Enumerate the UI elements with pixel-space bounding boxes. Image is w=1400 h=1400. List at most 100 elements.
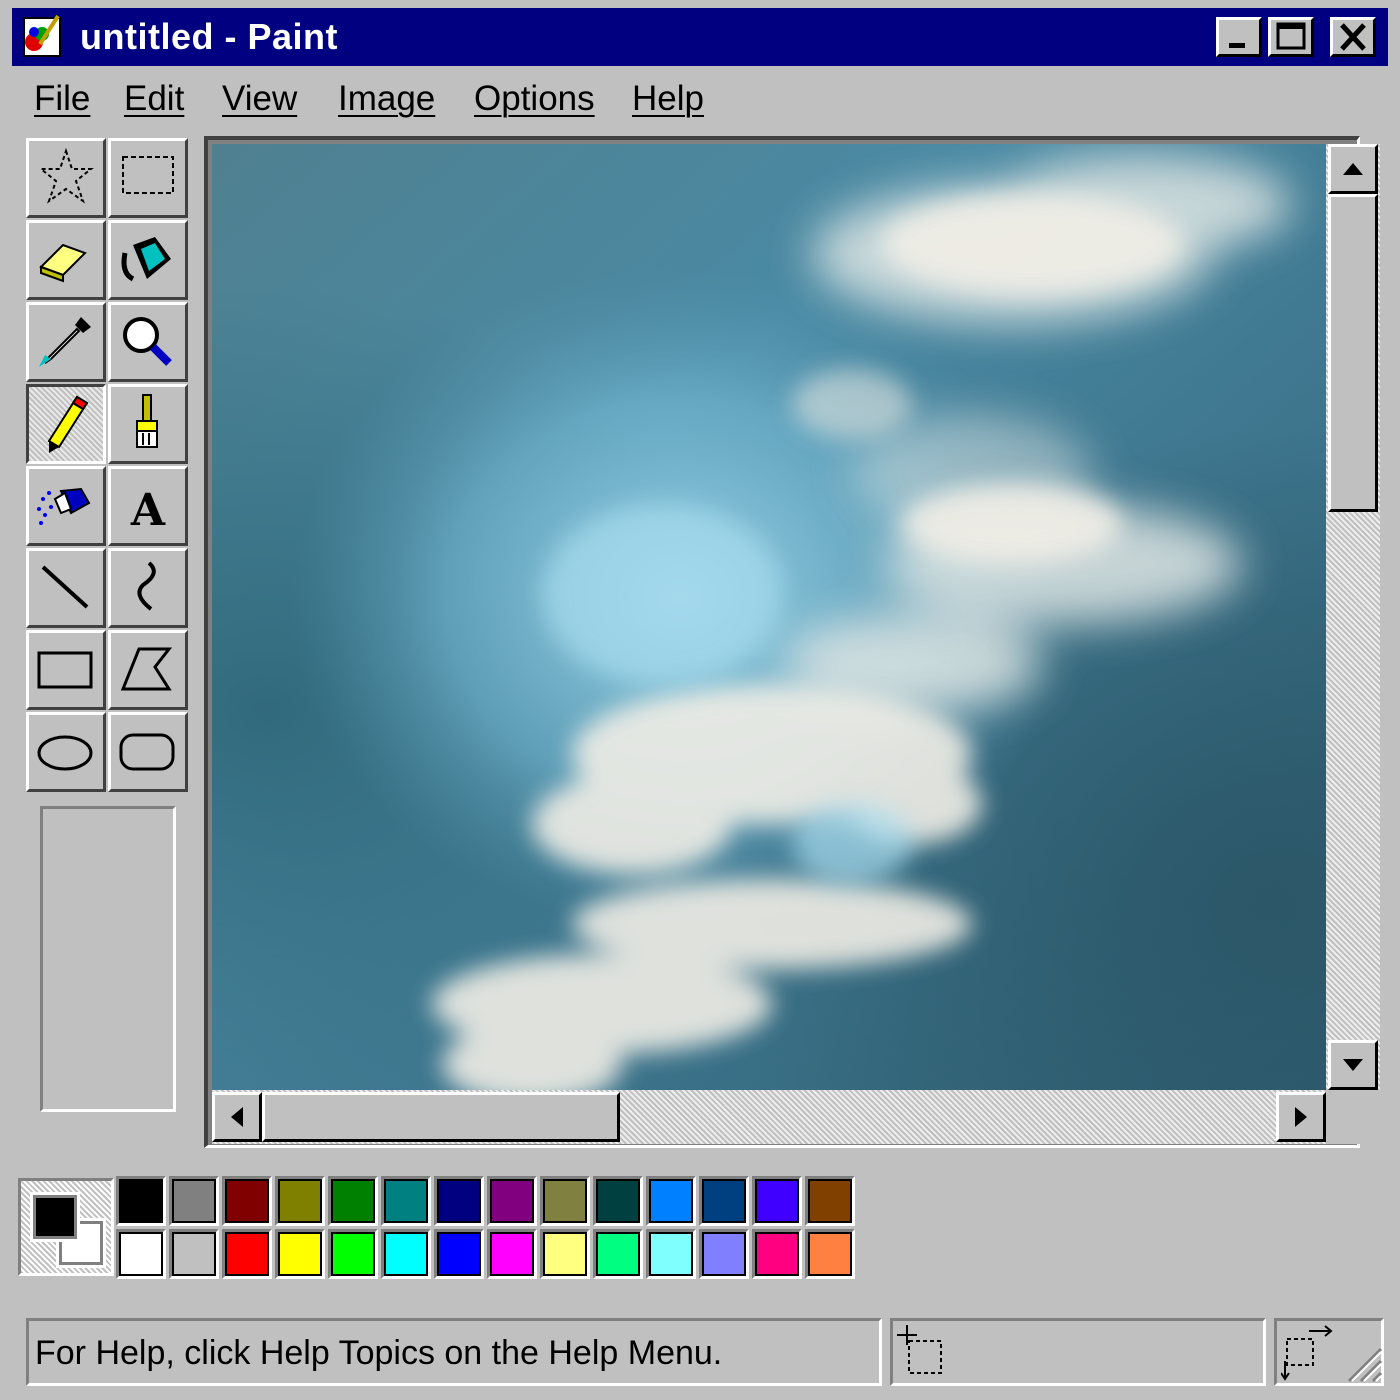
- palette-color-swatch[interactable]: [116, 1229, 166, 1279]
- palette-color-swatch[interactable]: [381, 1229, 431, 1279]
- pencil-icon: [47, 395, 89, 453]
- paint-app-icon[interactable]: [20, 14, 66, 60]
- magnifier-icon: [123, 317, 172, 366]
- palette-color-swatch[interactable]: [169, 1176, 219, 1226]
- tool-free-form-select[interactable]: [26, 138, 106, 218]
- size-grip-icon[interactable]: [1343, 1343, 1383, 1383]
- vertical-scrollbar[interactable]: [1326, 144, 1380, 1090]
- window-title: untitled - Paint: [80, 16, 338, 57]
- tool-ellipse[interactable]: [26, 712, 106, 792]
- arrow-left-icon: [231, 1107, 243, 1127]
- palette-color-swatch[interactable]: [328, 1229, 378, 1279]
- current-colors[interactable]: [18, 1178, 114, 1276]
- palette-color-swatch[interactable]: [699, 1229, 749, 1279]
- tool-brush[interactable]: [108, 384, 188, 464]
- tool-options-box[interactable]: [40, 806, 176, 1112]
- polygon-icon: [120, 647, 173, 691]
- tool-rounded-rectangle[interactable]: [108, 712, 188, 792]
- tool-text[interactable]: A: [108, 466, 188, 546]
- tool-line[interactable]: [26, 548, 106, 628]
- palette-color-swatch[interactable]: [434, 1176, 484, 1226]
- tool-select[interactable]: [108, 138, 188, 218]
- menu-options[interactable]: Options: [474, 76, 595, 122]
- menu-file[interactable]: File: [34, 76, 90, 122]
- tool-polygon[interactable]: [108, 630, 188, 710]
- horizontal-scroll-thumb[interactable]: [262, 1092, 620, 1142]
- palette-color-swatch[interactable]: [434, 1229, 484, 1279]
- tool-airbrush[interactable]: [26, 466, 106, 546]
- line-icon: [41, 565, 89, 609]
- scroll-left-button[interactable]: [212, 1092, 262, 1142]
- scroll-corner: [1326, 1090, 1380, 1144]
- palette-color-swatch[interactable]: [169, 1229, 219, 1279]
- cloudy-sky-image: [212, 144, 1326, 1090]
- palette-color-swatch[interactable]: [646, 1229, 696, 1279]
- palette-color-swatch[interactable]: [646, 1176, 696, 1226]
- tool-eraser[interactable]: [26, 220, 106, 300]
- star-select-icon: [38, 147, 94, 204]
- brush-icon: [136, 394, 158, 448]
- drawing-canvas[interactable]: [212, 144, 1326, 1090]
- maximize-icon: [1276, 22, 1306, 50]
- airbrush-icon: [37, 487, 91, 525]
- eraser-icon: [39, 243, 87, 283]
- vertical-scroll-thumb[interactable]: [1328, 194, 1378, 512]
- arrow-down-icon: [1343, 1059, 1363, 1071]
- palette-color-swatch[interactable]: [540, 1229, 590, 1279]
- palette-color-swatch[interactable]: [275, 1176, 325, 1226]
- scroll-down-button[interactable]: [1328, 1040, 1378, 1090]
- palette-color-swatch[interactable]: [593, 1176, 643, 1226]
- menu-bar: File Edit View Image Options Help: [12, 70, 1388, 130]
- status-message: For Help, click Help Topics on the Help …: [35, 1334, 723, 1372]
- rounded-rectangle-icon: [119, 733, 175, 771]
- text-tool-glyph: A: [130, 485, 166, 536]
- scroll-right-button[interactable]: [1276, 1092, 1326, 1142]
- palette-color-swatch[interactable]: [116, 1176, 166, 1226]
- palette-color-swatch[interactable]: [275, 1229, 325, 1279]
- tool-fill-with-color[interactable]: [108, 220, 188, 300]
- tool-curve[interactable]: [108, 548, 188, 628]
- selection-size-icon: [1281, 1325, 1333, 1381]
- title-bar[interactable]: untitled - Paint: [12, 8, 1388, 66]
- tool-magnifier[interactable]: [108, 302, 188, 382]
- palette-color-swatch[interactable]: [222, 1229, 272, 1279]
- ellipse-icon: [37, 735, 93, 771]
- menu-view[interactable]: View: [222, 76, 297, 122]
- tool-rectangle[interactable]: [26, 630, 106, 710]
- maximize-button[interactable]: [1268, 17, 1314, 57]
- palette-color-swatch[interactable]: [593, 1229, 643, 1279]
- cursor-position-icon: [897, 1325, 942, 1374]
- tool-pick-color[interactable]: [26, 302, 106, 382]
- palette-color-swatch[interactable]: [805, 1229, 855, 1279]
- foreground-color-swatch[interactable]: [30, 1192, 80, 1242]
- menu-image[interactable]: Image: [338, 76, 435, 122]
- eyedropper-icon: [39, 317, 91, 367]
- palette-color-swatch[interactable]: [540, 1176, 590, 1226]
- rect-select-icon: [122, 156, 174, 194]
- scroll-up-button[interactable]: [1328, 144, 1378, 194]
- close-button[interactable]: [1330, 17, 1376, 57]
- minimize-button[interactable]: [1216, 17, 1262, 57]
- color-box: [12, 1172, 858, 1282]
- minimize-icon: [1229, 43, 1245, 48]
- horizontal-scrollbar[interactable]: [212, 1090, 1326, 1144]
- status-position-panel: [890, 1318, 1266, 1386]
- text-tool-icon: A: [130, 485, 166, 536]
- palette-color-swatch[interactable]: [699, 1176, 749, 1226]
- palette-color-swatch[interactable]: [222, 1176, 272, 1226]
- palette-color-swatch[interactable]: [381, 1176, 431, 1226]
- palette-color-swatch[interactable]: [487, 1229, 537, 1279]
- menu-help[interactable]: Help: [632, 76, 704, 122]
- palette-color-swatch[interactable]: [487, 1176, 537, 1226]
- palette-color-swatch[interactable]: [752, 1176, 802, 1226]
- paint-bucket-icon: [121, 237, 171, 282]
- status-bar: For Help, click Help Topics on the Help …: [12, 1308, 1388, 1394]
- palette-color-swatch[interactable]: [752, 1229, 802, 1279]
- palette-color-swatch[interactable]: [805, 1176, 855, 1226]
- menu-edit[interactable]: Edit: [124, 76, 184, 122]
- arrow-up-icon: [1343, 163, 1363, 175]
- status-size-panel: [1274, 1318, 1384, 1386]
- tool-pencil[interactable]: [26, 384, 106, 464]
- arrow-right-icon: [1295, 1107, 1307, 1127]
- palette-color-swatch[interactable]: [328, 1176, 378, 1226]
